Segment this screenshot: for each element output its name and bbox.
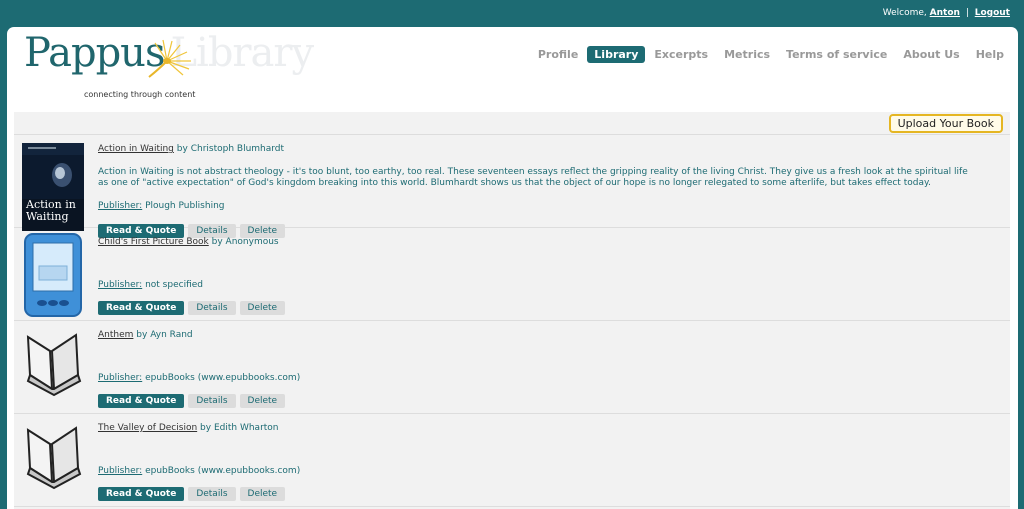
publisher-value: epubBooks (www.epubbooks.com) xyxy=(145,373,301,383)
logo-word-pappus: Pappus xyxy=(24,30,165,76)
by-text: by xyxy=(136,330,148,340)
page: Pappus Library connecting through content… xyxy=(7,27,1018,509)
nav-profile[interactable]: Profile xyxy=(531,46,585,63)
logo-tagline: connecting through content xyxy=(84,90,196,99)
nav-help[interactable]: Help xyxy=(969,46,1011,63)
details-button[interactable]: Details xyxy=(188,394,236,408)
publisher-value: not specified xyxy=(145,280,203,290)
book-actions: Read & Quote Details Delete xyxy=(98,394,286,408)
publisher-label[interactable]: Publisher: xyxy=(98,466,142,476)
publisher-label[interactable]: Publisher: xyxy=(98,280,142,290)
open-book-icon[interactable] xyxy=(22,418,84,506)
logout-link[interactable]: Logout xyxy=(975,8,1010,18)
separator: | xyxy=(965,8,969,18)
details-button[interactable]: Details xyxy=(188,487,236,501)
book-item: Action in Waiting Action in Waiting by C… xyxy=(14,135,1010,238)
nav-about-us[interactable]: About Us xyxy=(896,46,966,63)
library-panel: Upload Your Book Action in Waiting Actio… xyxy=(14,112,1010,509)
by-text: by xyxy=(211,237,223,247)
book-title-line: Anthem by Ayn Rand xyxy=(98,330,1000,340)
book-item: Child's First Picture Book by Anonymous … xyxy=(14,228,1010,321)
book-info: Child's First Picture Book by Anonymous xyxy=(98,237,1000,247)
book-title-link[interactable]: Action in Waiting xyxy=(98,144,174,154)
delete-button[interactable]: Delete xyxy=(239,487,286,501)
book-author: Ayn Rand xyxy=(150,330,193,340)
read-quote-button[interactable]: Read & Quote xyxy=(98,394,185,408)
nav-library[interactable]: Library xyxy=(587,46,646,63)
book-author: Anonymous xyxy=(225,237,279,247)
book-actions: Read & Quote Details Delete xyxy=(98,487,286,501)
publisher-value: epubBooks (www.epubbooks.com) xyxy=(145,466,301,476)
publisher-label[interactable]: Publisher: xyxy=(98,373,142,383)
book-publisher: Publisher: Plough Publishing xyxy=(98,201,225,211)
welcome-text: Welcome, xyxy=(882,8,927,18)
book-author: Christoph Blumhardt xyxy=(190,144,285,154)
book-info: Anthem by Ayn Rand xyxy=(98,330,1000,340)
publisher-label[interactable]: Publisher: xyxy=(98,201,142,211)
publisher-value: Plough Publishing xyxy=(145,201,225,211)
by-text: by xyxy=(176,144,188,154)
delete-button[interactable]: Delete xyxy=(239,301,286,315)
upload-book-button[interactable]: Upload Your Book xyxy=(888,114,1003,133)
header: Pappus Library connecting through content… xyxy=(7,27,1018,107)
book-item: Anthem by Ayn Rand Publisher: epubBooks … xyxy=(14,321,1010,414)
book-title-link[interactable]: Anthem xyxy=(98,330,133,340)
read-quote-button[interactable]: Read & Quote xyxy=(98,301,185,315)
username-link[interactable]: Anton xyxy=(930,8,960,18)
user-bar: Welcome, Anton | Logout xyxy=(883,8,1010,18)
read-quote-button[interactable]: Read & Quote xyxy=(98,487,185,501)
dandelion-logo-icon xyxy=(148,39,191,78)
book-publisher: Publisher: epubBooks (www.epubbooks.com) xyxy=(98,466,300,476)
book-cover-title: Action in Waiting xyxy=(26,198,76,223)
book-title-line: The Valley of Decision by Edith Wharton xyxy=(98,423,1000,433)
main-nav: Profile Library Excerpts Metrics Terms o… xyxy=(531,46,1011,63)
book-info: The Valley of Decision by Edith Wharton xyxy=(98,423,1000,433)
nav-metrics[interactable]: Metrics xyxy=(717,46,777,63)
open-book-icon[interactable] xyxy=(22,325,84,413)
nav-terms-of-service[interactable]: Terms of service xyxy=(779,46,894,63)
book-title-line: Child's First Picture Book by Anonymous xyxy=(98,237,1000,247)
book-publisher: Publisher: not specified xyxy=(98,280,203,290)
book-publisher: Publisher: epubBooks (www.epubbooks.com) xyxy=(98,373,300,383)
delete-button[interactable]: Delete xyxy=(239,394,286,408)
library-toolbar: Upload Your Book xyxy=(14,112,1010,135)
details-button[interactable]: Details xyxy=(188,301,236,315)
book-description: Action in Waiting is not abstract theolo… xyxy=(98,167,968,188)
by-text: by xyxy=(200,423,212,433)
book-info: Action in Waiting by Christoph Blumhardt… xyxy=(98,144,1000,189)
book-title-link[interactable]: Child's First Picture Book xyxy=(98,237,209,247)
book-author: Edith Wharton xyxy=(213,423,279,433)
book-title-line: Action in Waiting by Christoph Blumhardt xyxy=(98,144,1000,154)
ebook-reader-icon[interactable] xyxy=(22,232,84,320)
book-item: The Valley of Decision by Edith Wharton … xyxy=(14,414,1010,507)
book-actions: Read & Quote Details Delete xyxy=(98,301,286,315)
book-title-link[interactable]: The Valley of Decision xyxy=(98,423,197,433)
nav-excerpts[interactable]: Excerpts xyxy=(647,46,715,63)
